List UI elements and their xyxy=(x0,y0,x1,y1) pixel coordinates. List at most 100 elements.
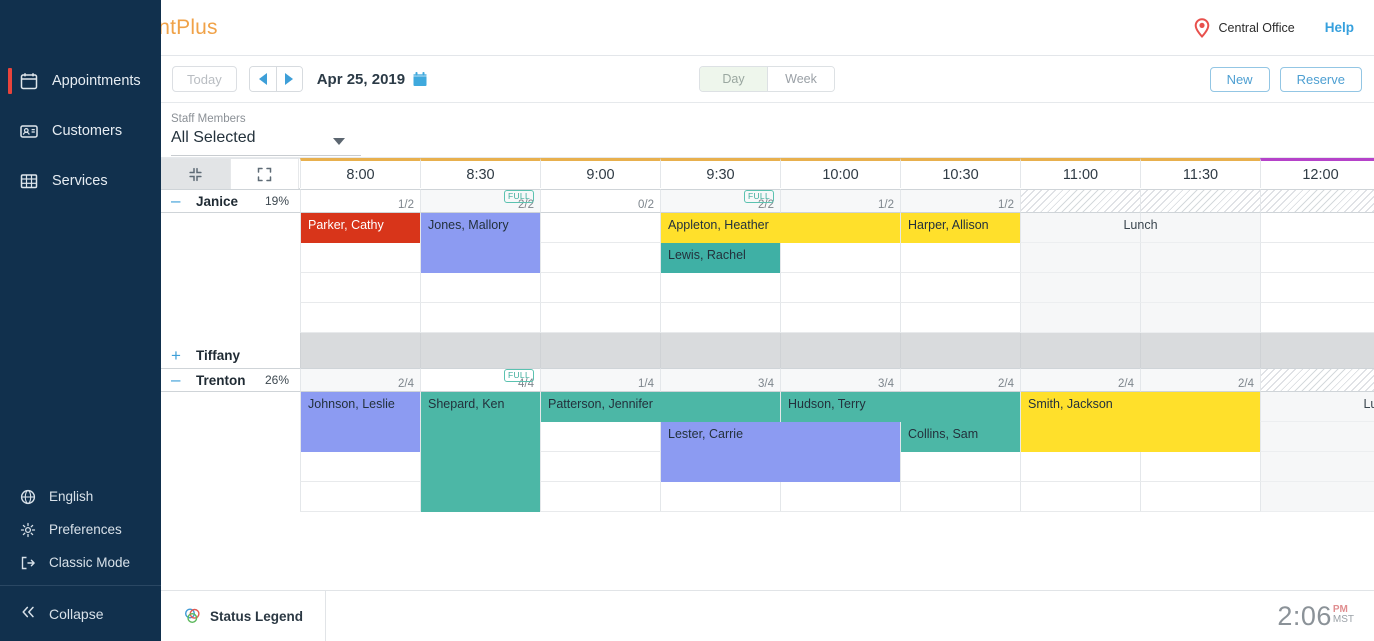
slot-cell[interactable] xyxy=(1260,452,1374,482)
slot-cell[interactable] xyxy=(540,303,660,333)
time-header-cell[interactable]: 10:00 xyxy=(780,158,900,188)
appointment-block[interactable]: Smith, Jackson xyxy=(1021,392,1260,452)
next-day-button[interactable] xyxy=(275,67,302,91)
slot-cell[interactable] xyxy=(900,482,1020,512)
capacity-cell[interactable]: 2/4 xyxy=(1140,368,1260,392)
slot-cell[interactable] xyxy=(900,452,1020,482)
slot-cell[interactable] xyxy=(1020,273,1140,303)
appointment-block[interactable]: Shepard, Ken xyxy=(421,392,540,512)
appointment-block[interactable]: Patterson, Jennifer xyxy=(541,392,780,422)
appointment-block[interactable]: Collins, Sam xyxy=(901,422,1020,452)
slot-cell[interactable] xyxy=(1020,482,1140,512)
slot-cell[interactable] xyxy=(780,273,900,303)
sidebar-collapse-button[interactable]: Collapse xyxy=(0,586,161,641)
tab-day-view[interactable]: Day xyxy=(700,67,767,91)
staff-gutter[interactable]: + Tiffany xyxy=(161,343,300,368)
new-appointment-button[interactable]: New xyxy=(1209,66,1270,92)
slot-cell[interactable] xyxy=(420,303,540,333)
staff-filter-select[interactable]: All Selected xyxy=(171,129,256,147)
slot-cell[interactable] xyxy=(1020,452,1140,482)
capacity-cell[interactable]: 2/4 xyxy=(1020,368,1140,392)
today-button[interactable]: Today xyxy=(172,66,237,92)
capacity-cell[interactable]: 3/4 xyxy=(660,368,780,392)
slot-cell[interactable] xyxy=(1140,213,1260,243)
slot-cell[interactable] xyxy=(300,273,420,303)
slot-cell[interactable] xyxy=(300,303,420,333)
chevron-down-icon[interactable] xyxy=(333,138,345,145)
staff-collapsed-cell[interactable] xyxy=(900,343,1020,368)
capacity-cell[interactable] xyxy=(1260,368,1374,392)
slot-cell[interactable] xyxy=(900,273,1020,303)
reserve-button[interactable]: Reserve xyxy=(1279,66,1362,92)
time-header-cell[interactable]: 8:00 xyxy=(300,158,420,188)
minus-icon[interactable]: – xyxy=(171,371,187,388)
time-header-cell[interactable]: 9:00 xyxy=(540,158,660,188)
time-header-cell[interactable]: 8:30 xyxy=(420,158,540,188)
slot-cell[interactable] xyxy=(1140,452,1260,482)
slot-cell[interactable] xyxy=(1140,482,1260,512)
sidebar-item-english[interactable]: English xyxy=(0,480,161,513)
capacity-cell[interactable]: 0/2 xyxy=(540,189,660,213)
slot-cell[interactable] xyxy=(540,213,660,243)
slot-cell[interactable] xyxy=(540,422,660,452)
staff-collapsed-cell[interactable] xyxy=(300,343,420,368)
capacity-cell[interactable]: 1/2 xyxy=(300,189,420,213)
capacity-cell[interactable]: 2/4 xyxy=(300,368,420,392)
staff-row-collapsed[interactable]: + Tiffany xyxy=(161,343,1374,368)
sidebar-item-services[interactable]: Services xyxy=(0,156,161,206)
staff-collapsed-cell[interactable] xyxy=(1140,343,1260,368)
plus-icon[interactable]: + xyxy=(171,347,187,364)
slot-cell[interactable] xyxy=(780,482,900,512)
slot-cell[interactable] xyxy=(1260,422,1374,452)
slot-cell[interactable] xyxy=(1140,243,1260,273)
capacity-cell[interactable]: 2/2 FULL xyxy=(420,189,540,213)
help-link[interactable]: Help xyxy=(1325,20,1354,35)
slot-cell[interactable] xyxy=(540,452,660,482)
time-header-cell[interactable]: 9:30 xyxy=(660,158,780,188)
sidebar-item-classic-mode[interactable]: Classic Mode xyxy=(0,546,161,579)
minus-icon[interactable]: – xyxy=(171,192,187,209)
time-header-cell[interactable]: 12:00 xyxy=(1260,158,1374,188)
slot-cell[interactable] xyxy=(780,243,900,273)
staff-collapsed-cell[interactable] xyxy=(660,343,780,368)
slot-cell[interactable] xyxy=(300,482,420,512)
slot-cell[interactable] xyxy=(660,303,780,333)
capacity-cell[interactable]: 2/2 FULL xyxy=(660,189,780,213)
capacity-cell[interactable]: 4/4 FULL xyxy=(420,368,540,392)
slot-cell[interactable] xyxy=(1260,392,1374,422)
appointment-block[interactable]: Parker, Cathy xyxy=(301,213,420,243)
appointment-block[interactable]: Johnson, Leslie xyxy=(301,392,420,452)
appointment-block[interactable]: Lester, Carrie xyxy=(661,422,900,482)
sidebar-item-customers[interactable]: Customers xyxy=(0,106,161,156)
capacity-cell[interactable] xyxy=(1260,189,1374,213)
slot-cell[interactable] xyxy=(1020,213,1140,243)
sidebar-item-preferences[interactable]: Preferences xyxy=(0,513,161,546)
staff-collapsed-cell[interactable] xyxy=(1020,343,1140,368)
calendar-grid-scroll[interactable]: 8:00 8:30 9:00 9:30 10:00 10:30 11:00 11:30 12:0… xyxy=(161,158,1374,590)
time-header-cell[interactable]: 11:30 xyxy=(1140,158,1260,188)
capacity-cell[interactable] xyxy=(1020,189,1140,213)
slot-cell[interactable] xyxy=(300,243,420,273)
staff-gutter[interactable]: – Trenton 26% xyxy=(161,368,300,392)
capacity-cell[interactable]: 1/2 xyxy=(780,189,900,213)
capacity-cell[interactable]: 1/2 xyxy=(900,189,1020,213)
staff-collapsed-cell[interactable] xyxy=(1260,343,1374,368)
slot-cell[interactable] xyxy=(780,303,900,333)
capacity-cell[interactable]: 3/4 xyxy=(780,368,900,392)
time-header-cell[interactable]: 11:00 xyxy=(1020,158,1140,188)
slot-cell[interactable] xyxy=(660,482,780,512)
time-header-cell[interactable]: 10:30 xyxy=(900,158,1020,188)
slot-cell[interactable] xyxy=(1020,303,1140,333)
collapse-all-button[interactable] xyxy=(161,159,230,189)
slot-cell[interactable] xyxy=(540,243,660,273)
appointment-block[interactable]: Jones, Mallory xyxy=(421,213,540,273)
status-legend-button[interactable]: Status Legend xyxy=(161,590,326,641)
appointment-block[interactable]: Appleton, Heather xyxy=(661,213,900,243)
capacity-cell[interactable] xyxy=(1140,189,1260,213)
slot-cell[interactable] xyxy=(1260,213,1374,243)
staff-collapsed-cell[interactable] xyxy=(540,343,660,368)
slot-cell[interactable] xyxy=(1260,273,1374,303)
slot-cell[interactable] xyxy=(1260,243,1374,273)
staff-gutter[interactable]: – Janice 19% xyxy=(161,189,300,213)
staff-collapsed-cell[interactable] xyxy=(780,343,900,368)
